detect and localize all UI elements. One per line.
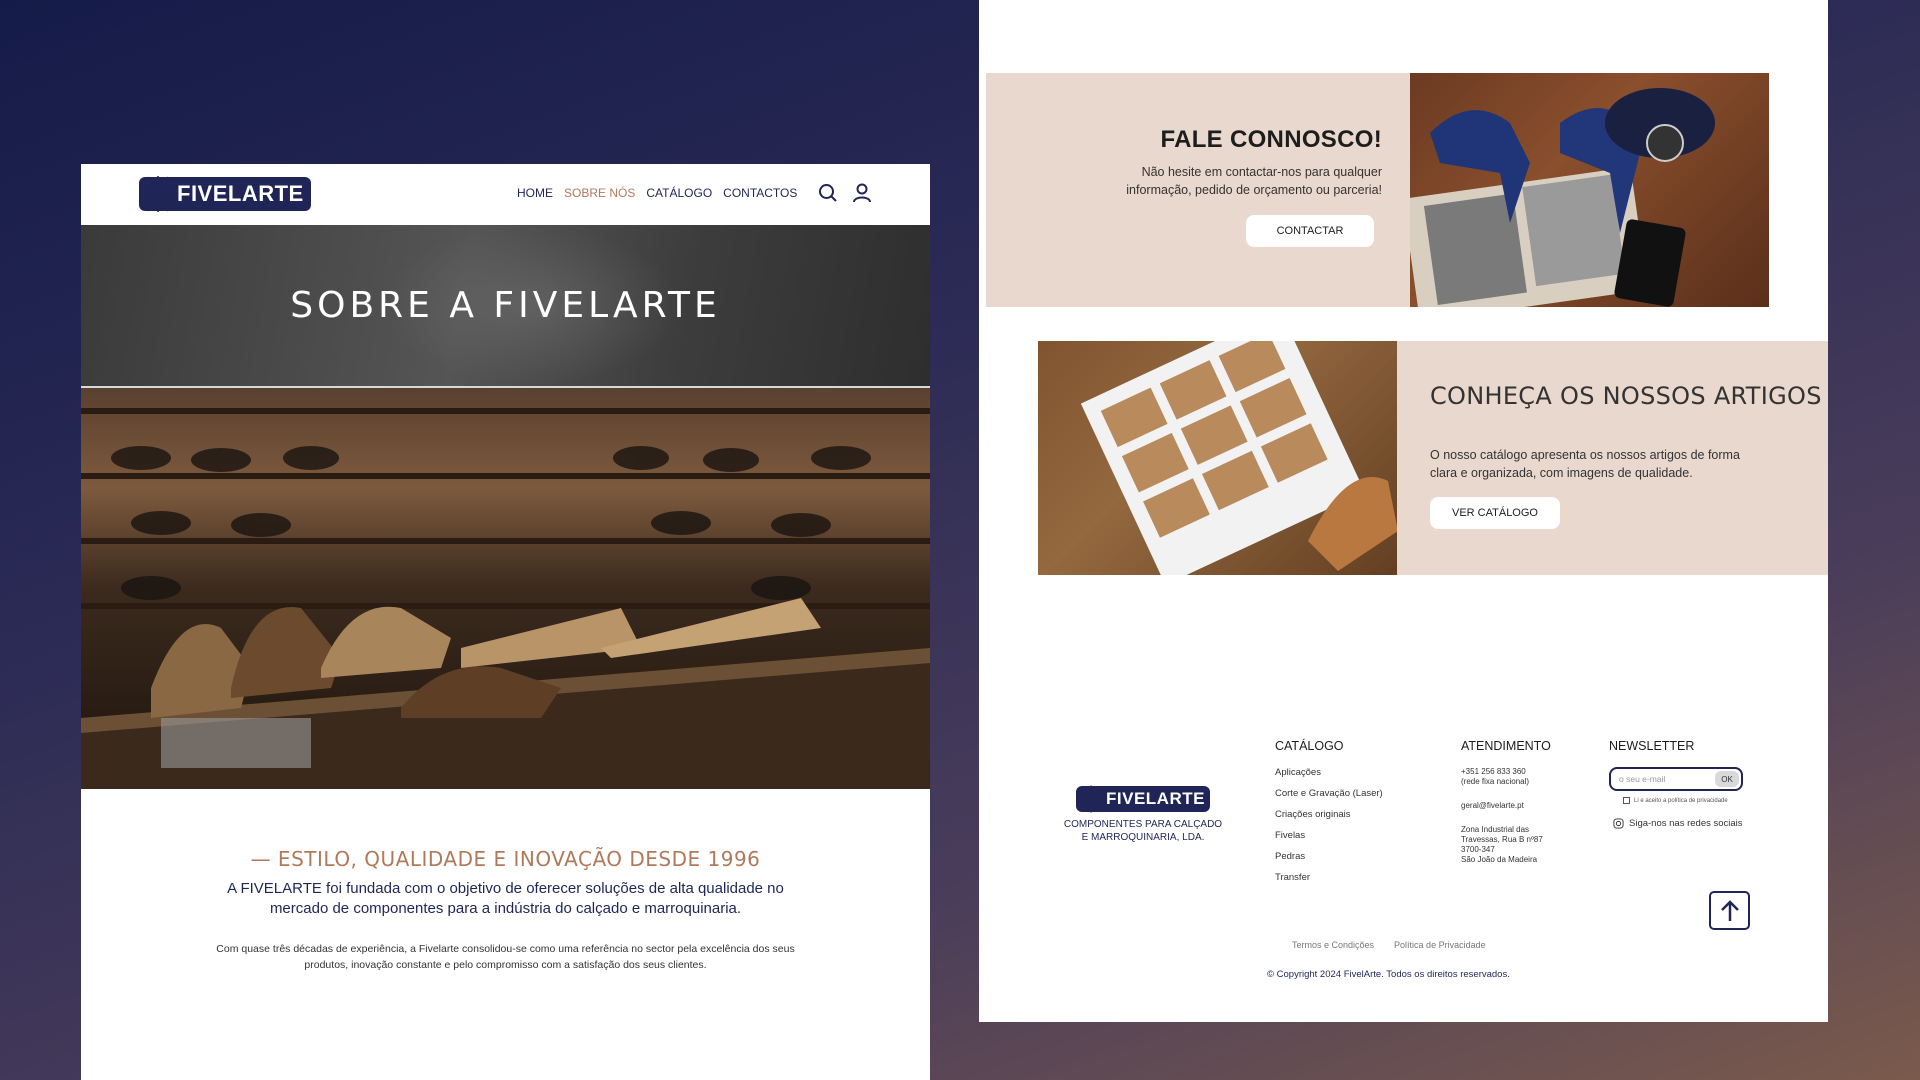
footer-link-fivelas[interactable]: Fivelas: [1275, 830, 1383, 841]
intro-body: Com quase três décadas de experiência, a…: [216, 943, 795, 971]
contact-card-description: Não hesite em contactar-nos para qualque…: [1126, 165, 1382, 197]
social-label: Siga-nos nas redes sociais: [1629, 818, 1743, 829]
newsletter-ok-button[interactable]: OK: [1715, 771, 1739, 787]
home-footer-preview: FALE CONNOSCO! Não hesite em contactar-n…: [979, 0, 1828, 1022]
contact-card-text: FALE CONNOSCO! Não hesite em contactar-n…: [986, 73, 1410, 307]
arrow-up-icon: [1720, 899, 1739, 921]
intro-kicker: — ESTILO, QUALIDADE E INOVAÇÃO DESDE 199…: [250, 847, 761, 871]
desk-illustration: [1410, 88, 1715, 307]
footer-catalog-heading: CATÁLOGO: [1275, 739, 1344, 753]
catalog-card-description: O nosso catálogo apresenta os nossos art…: [1430, 448, 1740, 480]
footer-brand: FIVELARTE COMPONENTES PARA CALÇADO E MAR…: [1062, 785, 1224, 844]
footer-phone-note: (rede fixa nacional): [1461, 777, 1530, 786]
nav-sobre-nos[interactable]: SOBRE NÓS: [564, 186, 635, 200]
search-icon[interactable]: [818, 183, 838, 203]
footer-email[interactable]: geral@fivelarte.pt: [1461, 801, 1551, 811]
terms-link[interactable]: Termos e Condições: [1292, 940, 1374, 950]
catalog-card-image: [1038, 341, 1397, 575]
nav-catalogo[interactable]: CATÁLOGO: [646, 186, 712, 200]
footer-link-transfer[interactable]: Transfer: [1275, 872, 1383, 883]
logo-star-icon: [1078, 785, 1104, 813]
view-catalog-button[interactable]: VER CATÁLOGO: [1430, 497, 1560, 529]
address-line: Zona Industrial das: [1461, 825, 1530, 834]
user-icon[interactable]: [852, 183, 872, 203]
nav-contactos[interactable]: CONTACTOS: [723, 186, 797, 200]
copyright: © Copyright 2024 FivelArte. Todos os dir…: [1267, 969, 1510, 980]
address-line: 3700-347: [1461, 845, 1495, 854]
contact-card-image: [1410, 73, 1769, 307]
intro-lead: A FIVELARTE foi fundada com o objetivo d…: [227, 880, 784, 917]
top-navbar: FIVELARTE HOME SOBRE NÓS CATÁLOGO CONTAC…: [81, 164, 930, 225]
footer-catalog-column: CATÁLOGO Aplicações Corte e Gravação (La…: [1275, 739, 1383, 893]
footer-phone[interactable]: +351 256 833 360: [1461, 767, 1551, 777]
contact-card-title: FALE CONNOSCO!: [1160, 126, 1382, 153]
back-to-top-button[interactable]: [1709, 891, 1750, 930]
catalog-illustration: [1038, 341, 1397, 575]
newsletter-placeholder: o seu e-mail: [1619, 774, 1666, 784]
catalog-card: CONHEÇA OS NOSSOS ARTIGOS O nosso catálo…: [1038, 341, 1828, 575]
consent-checkbox[interactable]: [1623, 797, 1630, 804]
legal-links: Termos e Condições Política de Privacida…: [1292, 940, 1486, 950]
footer-link-pedras[interactable]: Pedras: [1275, 851, 1383, 862]
footer-tagline: COMPONENTES PARA CALÇADO E MARROQUINARIA…: [1063, 819, 1223, 843]
instagram-icon: [1613, 818, 1624, 829]
footer-phone-block: +351 256 833 360 (rede fixa nacional): [1461, 767, 1551, 787]
consent-label: Li e aceito a política de privacidade: [1634, 797, 1728, 804]
newsletter-email-input[interactable]: o seu e-mail OK: [1609, 767, 1743, 791]
main-menu: HOME SOBRE NÓS CATÁLOGO CONTACTOS: [517, 186, 797, 200]
hero-banner: SOBRE A FIVELARTE: [81, 225, 930, 386]
contact-button[interactable]: CONTACTAR: [1246, 215, 1374, 247]
nav-icons: [818, 183, 872, 203]
footer-service-heading: ATENDIMENTO: [1461, 739, 1551, 753]
footer-address: Zona Industrial das Travessas, Rua B nº8…: [1461, 825, 1551, 865]
footer-newsletter-column: NEWSLETTER o seu e-mail OK Li e aceito a…: [1609, 739, 1743, 829]
footer-logo[interactable]: FIVELARTE: [1076, 785, 1210, 813]
address-line: Travessas, Rua B nº87: [1461, 835, 1543, 844]
footer-link-aplicacoes[interactable]: Aplicações: [1275, 767, 1383, 778]
footer-link-criacoes[interactable]: Criações originais: [1275, 809, 1383, 820]
about-page-preview: FIVELARTE HOME SOBRE NÓS CATÁLOGO CONTAC…: [81, 164, 930, 1080]
footer-service-column: ATENDIMENTO +351 256 833 360 (rede fixa …: [1461, 739, 1551, 879]
address-line: São João da Madeira: [1461, 855, 1538, 864]
hero-title: SOBRE A FIVELARTE: [290, 285, 721, 326]
logo-star-icon: [141, 176, 175, 212]
footer-link-corte-gravacao[interactable]: Corte e Gravação (Laser): [1275, 788, 1383, 799]
catalog-card-text: CONHEÇA OS NOSSOS ARTIGOS O nosso catálo…: [1397, 341, 1828, 575]
shoe-store-image: [81, 386, 930, 789]
contact-card: FALE CONNOSCO! Não hesite em contactar-n…: [986, 73, 1769, 307]
logo[interactable]: FIVELARTE: [139, 176, 311, 212]
privacy-link[interactable]: Política de Privacidade: [1394, 940, 1486, 950]
newsletter-consent: Li e aceito a política de privacidade: [1623, 797, 1743, 804]
intro-section: — ESTILO, QUALIDADE E INOVAÇÃO DESDE 199…: [81, 789, 930, 973]
shoe-store-illustration: [81, 408, 930, 789]
catalog-card-title: CONHEÇA OS NOSSOS ARTIGOS: [1430, 382, 1822, 410]
social-link[interactable]: Siga-nos nas redes sociais: [1613, 818, 1743, 829]
footer-newsletter-heading: NEWSLETTER: [1609, 739, 1695, 753]
nav-home[interactable]: HOME: [517, 186, 553, 200]
